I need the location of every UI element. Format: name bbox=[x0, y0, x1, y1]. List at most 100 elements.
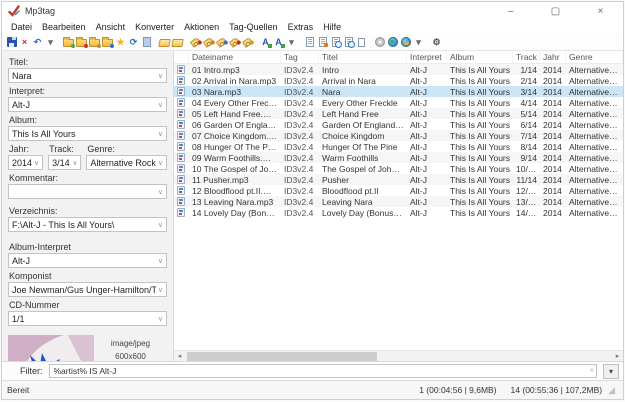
file-row[interactable]: 01 Intro.mp3ID3v2.4IntroAlt-JThis Is All… bbox=[174, 64, 623, 75]
autonumbering-wizard-icon[interactable] bbox=[329, 35, 342, 49]
file-row[interactable]: 09 Warm Foothills.mp3ID3v2.4Warm Foothil… bbox=[174, 152, 623, 163]
menu-item-hilfe[interactable]: Hilfe bbox=[318, 21, 346, 33]
file-row[interactable]: 03 Nara.mp3ID3v2.4NaraAlt-JThis Is All Y… bbox=[174, 86, 623, 97]
undo-icon[interactable]: ↶ bbox=[31, 35, 44, 49]
horizontal-scrollbar[interactable]: ◂ ▸ bbox=[174, 350, 623, 361]
tag-restore-icon[interactable] bbox=[241, 35, 254, 49]
filter-input[interactable] bbox=[49, 364, 598, 378]
file-row[interactable]: 06 Garden Of England – Int...ID3v2.4Gard… bbox=[174, 119, 623, 130]
menu-item-extras[interactable]: Extras bbox=[283, 21, 319, 33]
websource-primary-icon[interactable] bbox=[386, 35, 399, 49]
maximize-button[interactable]: ▢ bbox=[533, 2, 578, 20]
file-type-icon bbox=[174, 208, 189, 217]
file-row[interactable]: 02 Arrival in Nara.mp3ID3v2.4Arrival in … bbox=[174, 75, 623, 86]
comment-combobox[interactable]: ∨ bbox=[8, 184, 167, 199]
menu-item-ansicht[interactable]: Ansicht bbox=[91, 21, 131, 33]
minimize-button[interactable]: – bbox=[488, 2, 533, 20]
chevron-down-icon[interactable]: ∨ bbox=[158, 315, 163, 323]
refresh-icon[interactable]: ⟳ bbox=[127, 35, 140, 49]
chevron-down-icon[interactable]: ∨ bbox=[158, 257, 163, 265]
menu-item-bearbeiten[interactable]: Bearbeiten bbox=[37, 21, 91, 33]
column-header-tag[interactable]: Tag bbox=[281, 51, 319, 63]
tag-copy-icon[interactable] bbox=[202, 35, 215, 49]
recent-directories-icon[interactable] bbox=[88, 35, 101, 49]
file-row[interactable]: 10 The Gospel of John Hurt...ID3v2.4The … bbox=[174, 163, 623, 174]
options-icon[interactable]: ⚙ bbox=[430, 35, 443, 49]
filter-clear-icon[interactable]: × bbox=[589, 366, 594, 375]
file-row[interactable]: 12 Bloodflood pt.II.mp3ID3v2.4Bloodflood… bbox=[174, 185, 623, 196]
album-cover-art[interactable] bbox=[8, 335, 94, 361]
parent-directory-icon[interactable] bbox=[101, 35, 114, 49]
scroll-left-icon[interactable]: ◂ bbox=[174, 352, 185, 360]
open-folder-icon[interactable] bbox=[158, 35, 171, 49]
menu-item-aktionen[interactable]: Aktionen bbox=[179, 21, 224, 33]
file-row[interactable]: 07 Choice Kingdom.mp3ID3v2.4Choice Kingd… bbox=[174, 130, 623, 141]
track-combobox[interactable]: 3/14 ∨ bbox=[48, 155, 81, 170]
chevron-down-icon[interactable]: ∨ bbox=[158, 101, 163, 109]
chevron-down-icon[interactable]: ∨ bbox=[72, 159, 77, 167]
filter-toggle-button[interactable]: ▾ bbox=[603, 364, 619, 379]
actions-quick-icon[interactable] bbox=[316, 35, 329, 49]
artist-combobox[interactable]: Alt-J ∨ bbox=[8, 97, 167, 112]
scrollbar-thumb[interactable] bbox=[187, 352, 377, 361]
tag-cut-icon[interactable] bbox=[189, 35, 202, 49]
file-row[interactable]: 13 Leaving Nara.mp3ID3v2.4Leaving NaraAl… bbox=[174, 196, 623, 207]
timestamp-edit-icon[interactable] bbox=[342, 35, 355, 49]
directory-combobox[interactable]: F:\Alt-J - This Is All Yours\ ∨ bbox=[8, 217, 167, 232]
column-header-artist[interactable]: Interpret bbox=[407, 51, 447, 63]
actions-icon[interactable] bbox=[303, 35, 316, 49]
websource-secondary-icon[interactable] bbox=[399, 35, 412, 49]
column-header-title[interactable]: Titel bbox=[319, 51, 407, 63]
close-button[interactable]: × bbox=[578, 2, 623, 20]
favorite-directory-icon[interactable]: ★ bbox=[114, 35, 127, 49]
save-tag-icon[interactable] bbox=[5, 35, 18, 49]
convert-tag-filename-icon[interactable] bbox=[259, 35, 272, 49]
chevron-down-icon[interactable]: ∨ bbox=[158, 72, 163, 80]
chevron-down-icon[interactable]: ∨ bbox=[158, 188, 163, 196]
file-type-icon bbox=[174, 65, 189, 74]
file-row[interactable]: 08 Hunger Of The Pine.mp3ID3v2.4Hunger O… bbox=[174, 141, 623, 152]
chevron-down-icon[interactable]: ∨ bbox=[158, 221, 163, 229]
change-directory-icon[interactable] bbox=[62, 35, 75, 49]
chevron-down-icon[interactable]: ∨ bbox=[158, 286, 163, 294]
genre-combobox[interactable]: Alternative Rock ∨ bbox=[86, 155, 167, 170]
title-combobox[interactable]: Nara ∨ bbox=[8, 68, 167, 83]
resize-grip[interactable]: ◢ bbox=[608, 385, 615, 396]
cd-info-icon[interactable] bbox=[373, 35, 386, 49]
composer-combobox[interactable]: Joe Newman/Gus Unger-Hamilton/Thom Green… bbox=[8, 282, 167, 297]
cell-album: This Is All Yours bbox=[447, 208, 513, 218]
add-directory-icon[interactable] bbox=[75, 35, 88, 49]
tag-remove-icon[interactable] bbox=[228, 35, 241, 49]
menu-item-konverter[interactable]: Konverter bbox=[130, 21, 179, 33]
playlist-icon[interactable] bbox=[140, 35, 153, 49]
text-file-export-icon[interactable] bbox=[355, 35, 368, 49]
chevron-down-icon[interactable]: ∨ bbox=[34, 159, 39, 167]
column-header-year[interactable]: Jahr bbox=[540, 51, 566, 63]
file-row[interactable]: 05 Left Hand Free.mp3ID3v2.4Left Hand Fr… bbox=[174, 108, 623, 119]
column-header-filename[interactable]: Dateiname bbox=[189, 51, 281, 63]
file-row[interactable]: 04 Every Other Freckle.mp3ID3v2.4Every O… bbox=[174, 97, 623, 108]
websource-menu-icon[interactable]: ▾ bbox=[412, 35, 425, 49]
year-combobox[interactable]: 2014 ∨ bbox=[8, 155, 43, 170]
album-artist-combobox[interactable]: Alt-J ∨ bbox=[8, 253, 167, 268]
menu-item-datei[interactable]: Datei bbox=[6, 21, 37, 33]
tag-paste-icon[interactable] bbox=[215, 35, 228, 49]
convert-filename-tag-icon[interactable] bbox=[272, 35, 285, 49]
column-header-album[interactable]: Album bbox=[447, 51, 513, 63]
cell-track: 5/14 bbox=[513, 109, 540, 119]
header-icon-column[interactable] bbox=[174, 51, 189, 63]
menu-item-tag-quellen[interactable]: Tag-Quellen bbox=[224, 21, 283, 33]
file-row[interactable]: 14 Lovely Day (Bonus Track)...ID3v2.4Lov… bbox=[174, 207, 623, 218]
chevron-down-icon[interactable]: ∨ bbox=[158, 159, 163, 167]
open-favorite-folder-icon[interactable] bbox=[171, 35, 184, 49]
chevron-down-icon[interactable]: ∨ bbox=[158, 130, 163, 138]
column-header-genre[interactable]: Genre bbox=[566, 51, 623, 63]
convert-menu-icon[interactable]: ▾ bbox=[285, 35, 298, 49]
undo-menu-icon[interactable]: ▾ bbox=[44, 35, 57, 49]
disc-number-combobox[interactable]: 1/1 ∨ bbox=[8, 311, 167, 326]
file-row[interactable]: 11 Pusher.mp3ID3v2.4PusherAlt-JThis Is A… bbox=[174, 174, 623, 185]
album-combobox[interactable]: This Is All Yours ∨ bbox=[8, 126, 167, 141]
column-header-track[interactable]: Track bbox=[513, 51, 540, 63]
remove-tag-icon[interactable]: × bbox=[18, 35, 31, 49]
scroll-right-icon[interactable]: ▸ bbox=[612, 352, 623, 360]
